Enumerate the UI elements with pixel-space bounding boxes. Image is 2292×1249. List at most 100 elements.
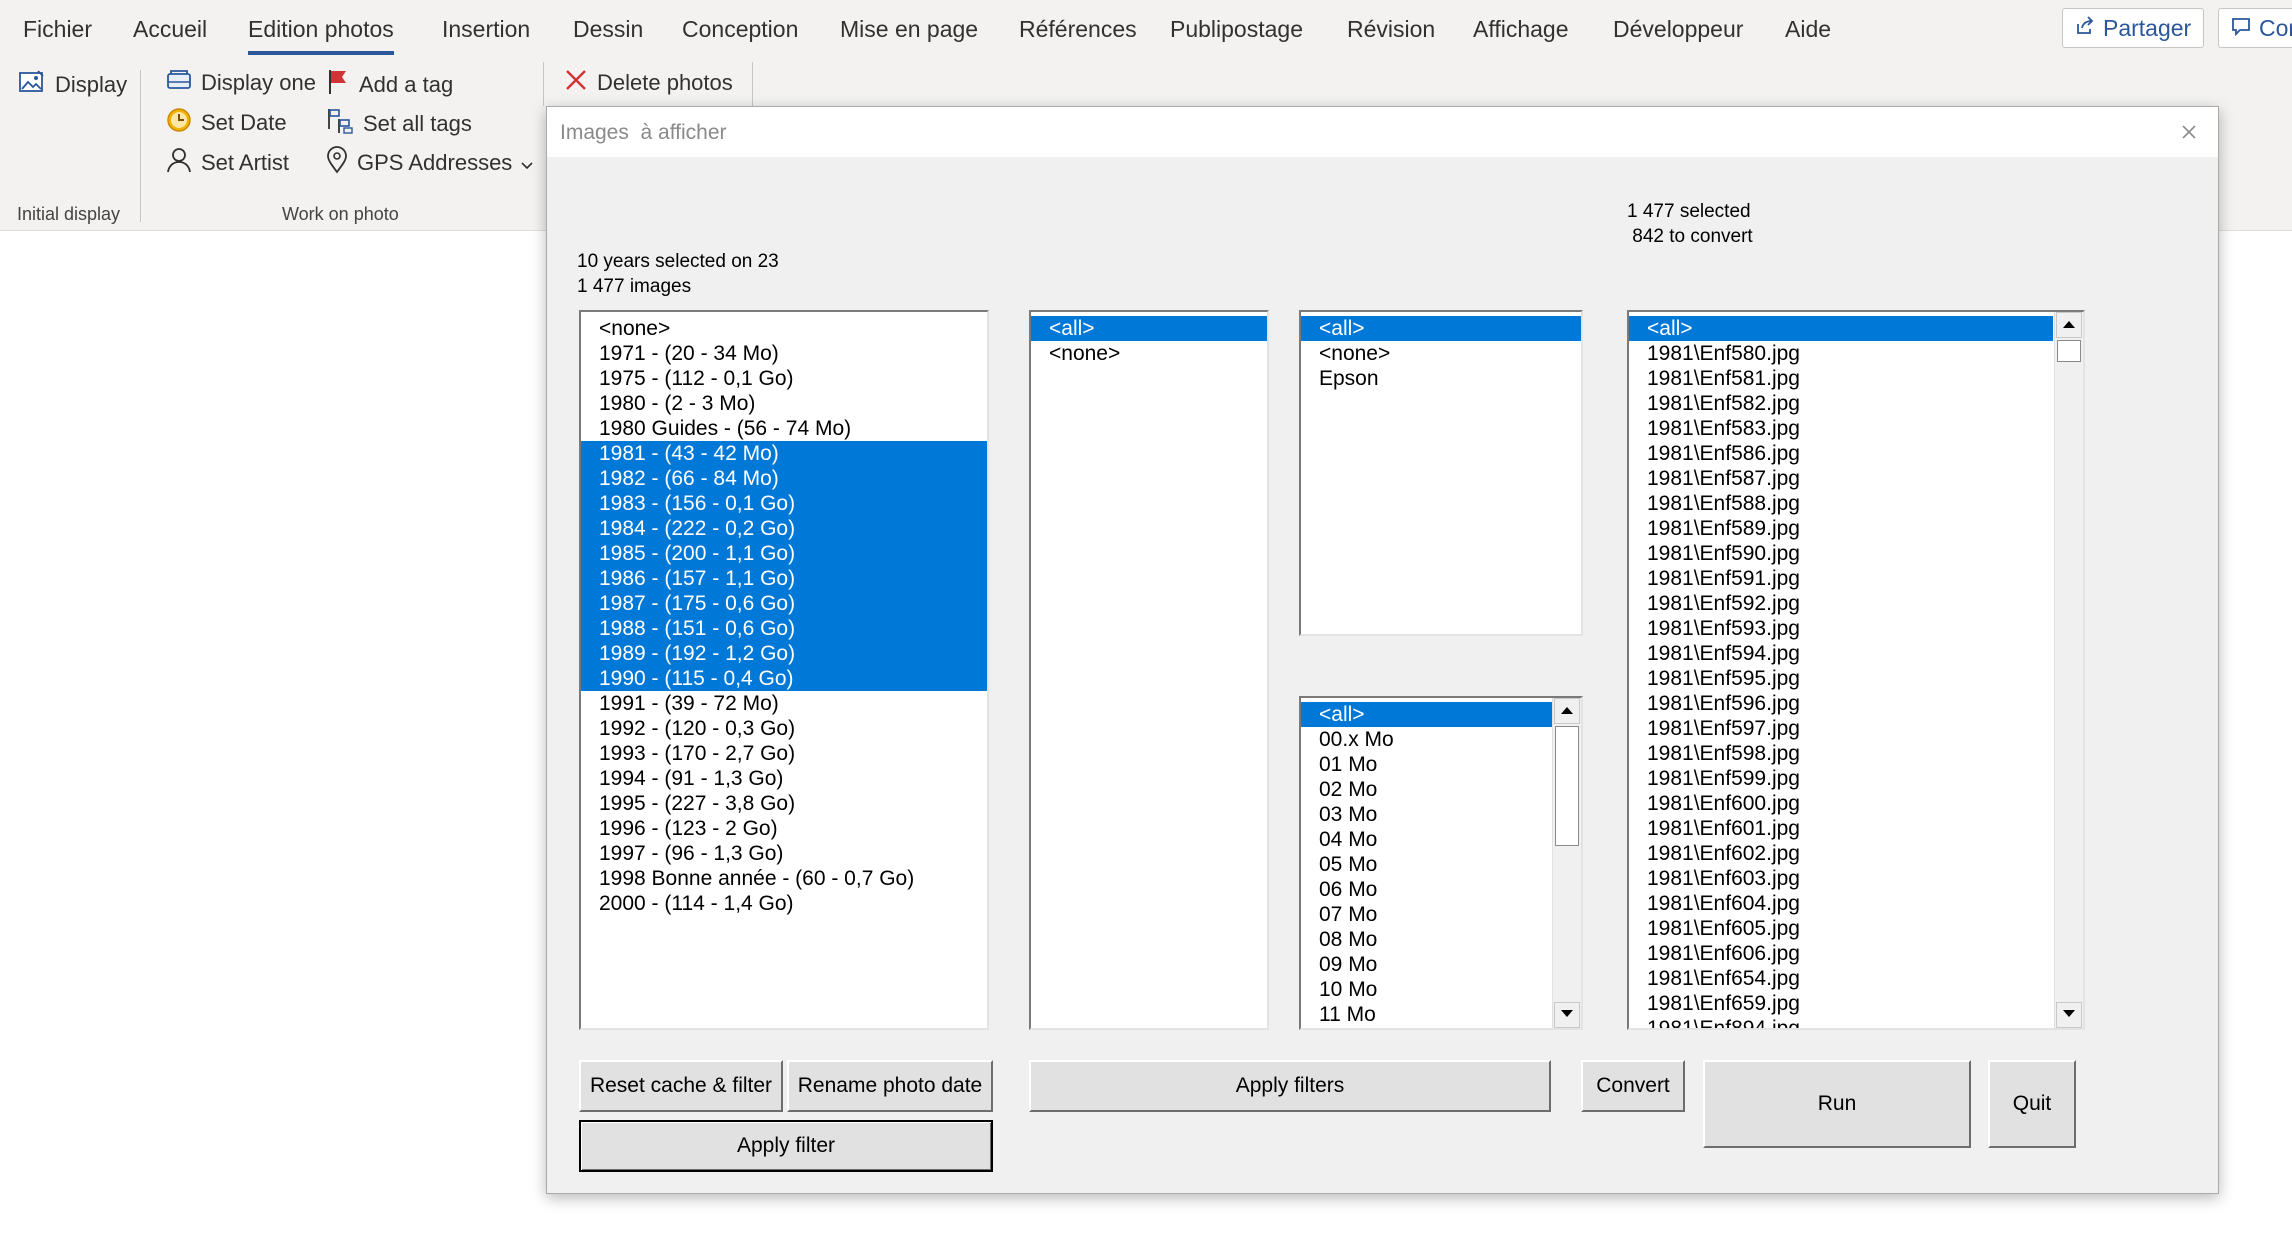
year-list-item[interactable]: 1991 - (39 - 72 Mo) bbox=[581, 691, 987, 716]
file-list-item[interactable]: 1981\Enf603.jpg bbox=[1629, 866, 2053, 891]
year-list-item[interactable]: 1992 - (120 - 0,3 Go) bbox=[581, 716, 987, 741]
tab-insertion[interactable]: Insertion bbox=[442, 16, 530, 43]
delete-photos-button[interactable]: Delete photos bbox=[564, 68, 733, 98]
year-list-item[interactable]: 1983 - (156 - 0,1 Go) bbox=[581, 491, 987, 516]
size-list-item[interactable]: 09 Mo bbox=[1301, 952, 1553, 977]
file-list-item[interactable]: 1981\Enf596.jpg bbox=[1629, 691, 2053, 716]
file-list-item[interactable]: 1981\Enf601.jpg bbox=[1629, 816, 2053, 841]
artist-list-item[interactable]: Epson bbox=[1301, 366, 1581, 391]
artist-list-item[interactable]: <all> bbox=[1301, 316, 1581, 341]
set-date-button[interactable]: Set Date bbox=[166, 107, 287, 139]
file-list-item[interactable]: 1981\Enf583.jpg bbox=[1629, 416, 2053, 441]
tab-affichage[interactable]: Affichage bbox=[1473, 16, 1568, 43]
tab-mise-en-page[interactable]: Mise en page bbox=[840, 16, 978, 43]
year-list-item[interactable]: 1994 - (91 - 1,3 Go) bbox=[581, 766, 987, 791]
add-tag-button[interactable]: Add a tag bbox=[326, 68, 453, 102]
tab-accueil[interactable]: Accueil bbox=[133, 16, 207, 43]
year-list-item[interactable]: 1986 - (157 - 1,1 Go) bbox=[581, 566, 987, 591]
reset-cache-filter-button[interactable]: Reset cache & filter bbox=[579, 1060, 783, 1112]
file-list-item[interactable]: 1981\Enf598.jpg bbox=[1629, 741, 2053, 766]
year-list-item[interactable]: 1980 Guides - (56 - 74 Mo) bbox=[581, 416, 987, 441]
apply-filter-button[interactable]: Apply filter bbox=[579, 1120, 993, 1172]
size-listbox[interactable]: <all> 00.x Mo 01 Mo 02 Mo 03 Mo 04 Mo 05 Mo 06 … bbox=[1299, 696, 1583, 1030]
year-list-item[interactable]: 1987 - (175 - 0,6 Go) bbox=[581, 591, 987, 616]
file-list-item[interactable]: 1981\Enf599.jpg bbox=[1629, 766, 2053, 791]
year-list-item[interactable]: 1981 - (43 - 42 Mo) bbox=[581, 441, 987, 466]
file-list-item[interactable]: <all> bbox=[1629, 316, 2053, 341]
file-list-item[interactable]: 1981\Enf894.jpg bbox=[1629, 1016, 2053, 1028]
tab-revision[interactable]: Révision bbox=[1347, 16, 1435, 43]
tab-aide[interactable]: Aide bbox=[1785, 16, 1831, 43]
scroll-down-button[interactable] bbox=[1554, 1002, 1580, 1028]
size-list-item[interactable]: 03 Mo bbox=[1301, 802, 1553, 827]
year-list-item[interactable]: 1985 - (200 - 1,1 Go) bbox=[581, 541, 987, 566]
file-list-item[interactable]: 1981\Enf605.jpg bbox=[1629, 916, 2053, 941]
files-list-scrollbar[interactable] bbox=[2054, 312, 2083, 1028]
display-button[interactable]: Display bbox=[18, 68, 127, 102]
files-listbox[interactable]: <all> 1981\Enf580.jpg 1981\Enf581.jpg 1981\… bbox=[1627, 310, 2085, 1030]
file-list-item[interactable]: 1981\Enf589.jpg bbox=[1629, 516, 2053, 541]
year-list-item[interactable]: 1988 - (151 - 0,6 Go) bbox=[581, 616, 987, 641]
size-list-item[interactable]: <all> bbox=[1301, 702, 1553, 727]
year-list-item[interactable]: 1984 - (222 - 0,2 Go) bbox=[581, 516, 987, 541]
size-list-item[interactable]: 05 Mo bbox=[1301, 852, 1553, 877]
years-listbox[interactable]: <none> 1971 - (20 - 34 Mo) 1975 - (112 - 0… bbox=[579, 310, 989, 1030]
year-list-item[interactable]: 2000 - (114 - 1,4 Go) bbox=[581, 891, 987, 916]
file-list-item[interactable]: 1981\Enf594.jpg bbox=[1629, 641, 2053, 666]
file-list-item[interactable]: 1981\Enf590.jpg bbox=[1629, 541, 2053, 566]
file-list-item[interactable]: 1981\Enf659.jpg bbox=[1629, 991, 2053, 1016]
file-list-item[interactable]: 1981\Enf595.jpg bbox=[1629, 666, 2053, 691]
artist-listbox[interactable]: <all> <none> Epson bbox=[1299, 310, 1583, 636]
scroll-thumb[interactable] bbox=[1555, 726, 1579, 846]
tab-edition-photos[interactable]: Edition photos bbox=[248, 16, 394, 55]
file-list-item[interactable]: 1981\Enf582.jpg bbox=[1629, 391, 2053, 416]
tab-publipostage[interactable]: Publipostage bbox=[1170, 16, 1303, 43]
tab-fichier[interactable]: Fichier bbox=[23, 16, 92, 43]
year-list-item[interactable]: <none> bbox=[581, 316, 987, 341]
file-list-item[interactable]: 1981\Enf600.jpg bbox=[1629, 791, 2053, 816]
tab-references[interactable]: Références bbox=[1019, 16, 1137, 43]
set-all-tags-button[interactable]: Set all tags bbox=[326, 107, 472, 141]
tab-dessin[interactable]: Dessin bbox=[573, 16, 643, 43]
file-list-item[interactable]: 1981\Enf587.jpg bbox=[1629, 466, 2053, 491]
dialog-close-button[interactable] bbox=[2174, 117, 2204, 147]
artist-list-item[interactable]: <none> bbox=[1301, 341, 1581, 366]
size-list-item[interactable]: 00.x Mo bbox=[1301, 727, 1553, 752]
year-list-item[interactable]: 1982 - (66 - 84 Mo) bbox=[581, 466, 987, 491]
size-list-item[interactable]: 01 Mo bbox=[1301, 752, 1553, 777]
share-button[interactable]: Partager bbox=[2062, 8, 2204, 48]
year-list-item[interactable]: 1993 - (170 - 2,7 Go) bbox=[581, 741, 987, 766]
scroll-thumb[interactable] bbox=[2057, 340, 2081, 362]
size-list-item[interactable]: 02 Mo bbox=[1301, 777, 1553, 802]
display-one-button[interactable]: Display one bbox=[166, 68, 316, 98]
file-list-item[interactable]: 1981\Enf604.jpg bbox=[1629, 891, 2053, 916]
file-list-item[interactable]: 1981\Enf588.jpg bbox=[1629, 491, 2053, 516]
year-list-item[interactable]: 1996 - (123 - 2 Go) bbox=[581, 816, 987, 841]
file-list-item[interactable]: 1981\Enf602.jpg bbox=[1629, 841, 2053, 866]
file-list-item[interactable]: 1981\Enf591.jpg bbox=[1629, 566, 2053, 591]
year-list-item[interactable]: 1971 - (20 - 34 Mo) bbox=[581, 341, 987, 366]
year-list-item[interactable]: 1990 - (115 - 0,4 Go) bbox=[581, 666, 987, 691]
year-list-item[interactable]: 1989 - (192 - 1,2 Go) bbox=[581, 641, 987, 666]
file-list-item[interactable]: 1981\Enf606.jpg bbox=[1629, 941, 2053, 966]
year-list-item[interactable]: 1995 - (227 - 3,8 Go) bbox=[581, 791, 987, 816]
size-list-item[interactable]: 11 Mo bbox=[1301, 1002, 1553, 1027]
scroll-down-button[interactable] bbox=[2056, 1002, 2082, 1028]
scroll-up-button[interactable] bbox=[2056, 312, 2082, 338]
file-list-item[interactable]: 1981\Enf592.jpg bbox=[1629, 591, 2053, 616]
scroll-up-button[interactable] bbox=[1554, 698, 1580, 724]
file-list-item[interactable]: 1981\Enf597.jpg bbox=[1629, 716, 2053, 741]
size-list-item[interactable]: 06 Mo bbox=[1301, 877, 1553, 902]
tag-list-item[interactable]: <all> bbox=[1031, 316, 1267, 341]
file-list-item[interactable]: 1981\Enf593.jpg bbox=[1629, 616, 2053, 641]
comments-button[interactable]: Cor bbox=[2218, 8, 2292, 48]
tab-conception[interactable]: Conception bbox=[682, 16, 798, 43]
rename-photo-date-button[interactable]: Rename photo date bbox=[787, 1060, 993, 1112]
year-list-item[interactable]: 1980 - (2 - 3 Mo) bbox=[581, 391, 987, 416]
year-list-item[interactable]: 1998 Bonne année - (60 - 0,7 Go) bbox=[581, 866, 987, 891]
gps-addresses-dropdown[interactable]: GPS Addresses bbox=[326, 146, 533, 180]
tag-list-item[interactable]: <none> bbox=[1031, 341, 1267, 366]
apply-filters-button[interactable]: Apply filters bbox=[1029, 1060, 1551, 1112]
quit-button[interactable]: Quit bbox=[1988, 1060, 2076, 1148]
set-artist-button[interactable]: Set Artist bbox=[166, 146, 289, 180]
